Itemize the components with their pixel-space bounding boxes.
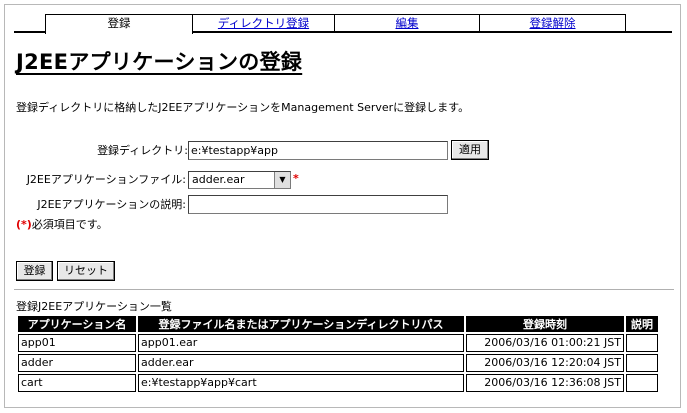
section-divider [14, 289, 674, 290]
tab-bar: 登録 ディレクトリ登録 編集 登録解除 [14, 14, 672, 34]
tab-directory-register[interactable]: ディレクトリ登録 [193, 14, 335, 31]
table-row: cart e:¥testapp¥app¥cart 2006/03/16 12:3… [18, 374, 658, 392]
cell-file-path: e:¥testapp¥app¥cart [138, 374, 464, 392]
file-select[interactable]: adder.ear ▼ [188, 171, 291, 189]
cell-description [626, 354, 658, 372]
required-note-text: 必須項目です。 [31, 218, 108, 231]
file-label-row: J2EEアプリケーションファイル: [0, 170, 186, 190]
table-header-row: アプリケーション名 登録ファイル名またはアプリケーションディレクトリパス 登録時… [18, 316, 658, 332]
page-title: J2EEアプリケーションの登録 [16, 50, 303, 74]
desc-label: J2EEアプリケーションの説明: [37, 198, 186, 211]
cell-description [626, 374, 658, 392]
dir-label-row: 登録ディレクトリ: [0, 141, 188, 161]
required-note: (*)必須項目です。 [16, 216, 108, 232]
tab-register[interactable]: 登録 [45, 14, 193, 34]
cell-file-path: app01.ear [138, 334, 464, 352]
tab-edit[interactable]: 編集 [335, 14, 480, 31]
col-registered-time: 登録時刻 [466, 316, 624, 332]
dir-input[interactable]: e:¥testapp¥app [188, 141, 448, 160]
col-app-name: アプリケーション名 [18, 316, 136, 332]
desc-input[interactable] [188, 195, 448, 214]
required-note-mark: (*) [16, 218, 32, 231]
file-label: J2EEアプリケーションファイル: [26, 173, 186, 186]
table-title: 登録J2EEアプリケーション一覧 [16, 300, 172, 313]
cell-registered-time: 2006/03/16 12:20:04 JST [466, 354, 624, 372]
reset-button[interactable]: リセット [57, 261, 115, 281]
cell-description [626, 334, 658, 352]
table-row: app01 app01.ear 2006/03/16 01:00:21 JST [18, 334, 658, 352]
col-description: 説明 [626, 316, 658, 332]
cell-app-name: adder [18, 354, 136, 372]
cell-registered-time: 2006/03/16 12:36:08 JST [466, 374, 624, 392]
cell-app-name: app01 [18, 334, 136, 352]
cell-app-name: cart [18, 374, 136, 392]
apply-button[interactable]: 適用 [451, 140, 489, 160]
page-description: 登録ディレクトリに格納したJ2EEアプリケーションをManagement Ser… [16, 101, 470, 114]
cell-file-path: adder.ear [138, 354, 464, 372]
registered-apps-table: アプリケーション名 登録ファイル名またはアプリケーションディレクトリパス 登録時… [16, 314, 660, 394]
required-mark: * [293, 172, 299, 185]
desc-label-row: J2EEアプリケーションの説明: [0, 195, 186, 215]
table-row: adder adder.ear 2006/03/16 12:20:04 JST [18, 354, 658, 372]
cell-registered-time: 2006/03/16 01:00:21 JST [466, 334, 624, 352]
submit-button[interactable]: 登録 [16, 261, 53, 281]
chevron-down-icon[interactable]: ▼ [274, 172, 290, 188]
file-select-value: adder.ear [192, 173, 245, 186]
dir-label: 登録ディレクトリ: [97, 144, 188, 157]
col-file-path: 登録ファイル名またはアプリケーションディレクトリパス [138, 316, 464, 332]
tab-unregister[interactable]: 登録解除 [480, 14, 626, 31]
